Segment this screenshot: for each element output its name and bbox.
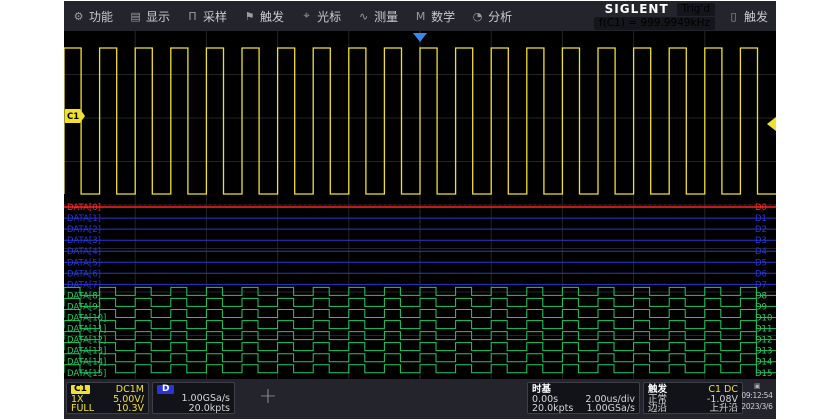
menu-item-math[interactable]: M 数学 <box>414 8 455 25</box>
digital-channel-tag: D0 <box>755 203 767 213</box>
digital-trace <box>64 321 776 329</box>
analysis-icon: ◔ <box>471 10 484 23</box>
digital-channel-label: DATA[0] <box>67 203 101 213</box>
math-icon: M <box>414 10 427 23</box>
menu-item-label: 显示 <box>146 8 170 25</box>
brand-cluster: SIGLENT Trig'd f(C1) = 999.9949kHz <box>594 2 715 30</box>
menu-item-trigger[interactable]: ⚑ 触发 <box>243 8 284 25</box>
analog-trace-c1 <box>64 48 776 194</box>
channel-marker-c1-label: C1 <box>67 112 79 122</box>
digital-channel-tag: D5 <box>755 258 767 268</box>
menu-item-analysis[interactable]: ◔ 分析 <box>471 8 512 25</box>
menu-item-label: 触发 <box>744 8 768 25</box>
trigger-slope: 上升沿 <box>709 404 738 414</box>
sine-icon: ∿ <box>357 10 370 23</box>
network-icon: ▣ <box>739 382 775 391</box>
digital-channel-label: DATA[7] <box>67 280 101 290</box>
digital-channel-label: DATA[2] <box>67 225 101 235</box>
menu-item-label: 分析 <box>488 8 512 25</box>
status-bar: C1 DC1M 1X 5.00V/ FULL 10.3V D 1.00GSa/s <box>64 379 776 419</box>
digital-trace <box>64 343 776 351</box>
menu-item-measure[interactable]: ∿ 测量 <box>357 8 398 25</box>
digital-trace <box>64 354 776 362</box>
cursor-target-icon: ⌖ <box>300 9 313 23</box>
digital-channel-label: DATA[4] <box>67 247 101 257</box>
trigger-position-marker[interactable] <box>413 33 427 42</box>
c1-bandwidth: FULL <box>71 404 94 414</box>
digital-channel-label: DATA[14] <box>67 358 106 368</box>
digital-channel-label: DATA[13] <box>67 347 106 357</box>
menu-item-label: 功能 <box>89 8 113 25</box>
digital-channel-tag: D13 <box>755 347 772 357</box>
digital-descriptor-box[interactable]: D 1.00GSa/s 20.0kpts <box>152 382 235 414</box>
crosshair-icon[interactable]: + <box>254 384 282 412</box>
digital-channel-tag: D11 <box>755 325 772 335</box>
flag-icon: ⚑ <box>243 10 256 23</box>
trigger-type: 边沿 <box>648 404 667 414</box>
digital-trace <box>64 310 776 318</box>
remote-device-icon: ▯ <box>727 10 740 23</box>
siglent-logo: SIGLENT <box>605 2 669 16</box>
digital-channel-label: DATA[5] <box>67 258 101 268</box>
digital-trace <box>64 332 776 340</box>
digital-channel-tag: D14 <box>755 358 772 368</box>
menu-item-trigger-quick[interactable]: ▯ 触发 <box>727 8 768 25</box>
digital-channel-label: DATA[10] <box>67 314 106 324</box>
digital-channel-tag: D6 <box>755 269 767 279</box>
channel-c1-descriptor-box[interactable]: C1 DC1M 1X 5.00V/ FULL 10.3V <box>66 382 149 414</box>
digital-channel-tag: D12 <box>755 336 772 346</box>
trigger-box[interactable]: 触发 C1 DC 正常 -1.08V 边沿 上升沿 <box>643 382 743 414</box>
digital-channel-label: DATA[3] <box>67 236 101 246</box>
timebase-memory-depth: 20.0kpts <box>532 404 573 414</box>
frequency-readout: f(C1) = 999.9949kHz <box>594 17 715 30</box>
digital-trace <box>64 298 776 306</box>
trigger-status-badge: Trig'd <box>677 3 715 16</box>
digital-channel-tag: D15 <box>755 369 772 379</box>
display-icon: ▤ <box>129 10 142 23</box>
digital-channel-label: DATA[12] <box>67 336 106 346</box>
waveform-display[interactable]: DATA[0] D0 DATA[1] D1 DATA[2] D2 DATA[3] D3 DATA… <box>64 31 776 379</box>
sample-wave-icon: Π <box>186 10 199 23</box>
clock-date: 2023/3/6 <box>739 402 775 412</box>
menu-item-label: 数学 <box>431 8 455 25</box>
digital-memory-depth: 20.0kpts <box>189 404 230 414</box>
digital-channel-tag: D3 <box>755 236 767 246</box>
digital-channel-label: DATA[15] <box>67 369 106 379</box>
menu-item-utility[interactable]: ⚙ 功能 <box>72 8 113 25</box>
digital-channel-chip: D <box>157 385 174 394</box>
menu-item-display[interactable]: ▤ 显示 <box>129 8 170 25</box>
trigger-level-marker[interactable] <box>767 117 776 131</box>
menu-item-label: 采样 <box>203 8 227 25</box>
c1-channel-chip: C1 <box>71 385 90 394</box>
digital-channel-tag: D2 <box>755 225 767 235</box>
digital-channel-tag: D10 <box>755 314 772 324</box>
menu-bar: ⚙ 功能 ▤ 显示 Π 采样 ⚑ 触发 ⌖ 光标 ∿ 测量 M 数学 ◔ 分析 <box>64 1 776 31</box>
digital-channel-tag: D1 <box>755 214 767 224</box>
menu-item-cursors[interactable]: ⌖ 光标 <box>300 8 341 25</box>
digital-channel-label: DATA[8] <box>67 291 101 301</box>
digital-trace <box>64 365 776 373</box>
digital-channel-label: DATA[1] <box>67 214 101 224</box>
digital-channel-label: DATA[9] <box>67 302 101 312</box>
menu-item-label: 触发 <box>260 8 284 25</box>
digital-channel-tag: D4 <box>755 247 767 257</box>
digital-channel-label: DATA[11] <box>67 325 106 335</box>
timebase-sample-rate: 1.00GSa/s <box>586 404 635 414</box>
menu-item-label: 光标 <box>317 8 341 25</box>
oscilloscope-screen: ⚙ 功能 ▤ 显示 Π 采样 ⚑ 触发 ⌖ 光标 ∿ 测量 M 数学 ◔ 分析 <box>64 1 776 419</box>
clock-display[interactable]: ▣ 09:12:54 2023/3/6 <box>739 382 775 414</box>
digital-channel-label: DATA[6] <box>67 269 101 279</box>
clock-time: 09:12:54 <box>739 391 775 401</box>
c1-offset: 10.3V <box>116 404 144 414</box>
menu-item-acquire[interactable]: Π 采样 <box>186 8 227 25</box>
digital-trace <box>64 287 776 295</box>
timebase-box[interactable]: 时基 0.00s 2.00us/div 20.0kpts 1.00GSa/s <box>527 382 640 414</box>
menu-item-label: 测量 <box>374 8 398 25</box>
gear-icon: ⚙ <box>72 10 85 23</box>
